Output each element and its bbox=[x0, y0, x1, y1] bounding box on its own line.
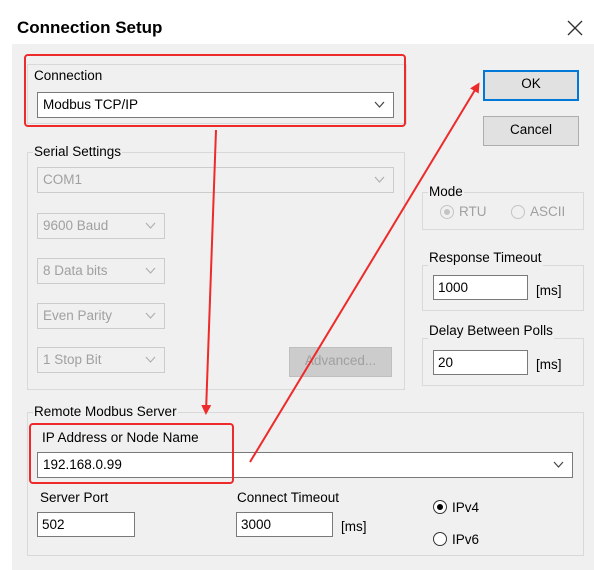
annotation-arrow-to-ok bbox=[249, 82, 480, 463]
annotation-arrows bbox=[201, 82, 480, 463]
annotation-arrow-down bbox=[201, 129, 217, 415]
